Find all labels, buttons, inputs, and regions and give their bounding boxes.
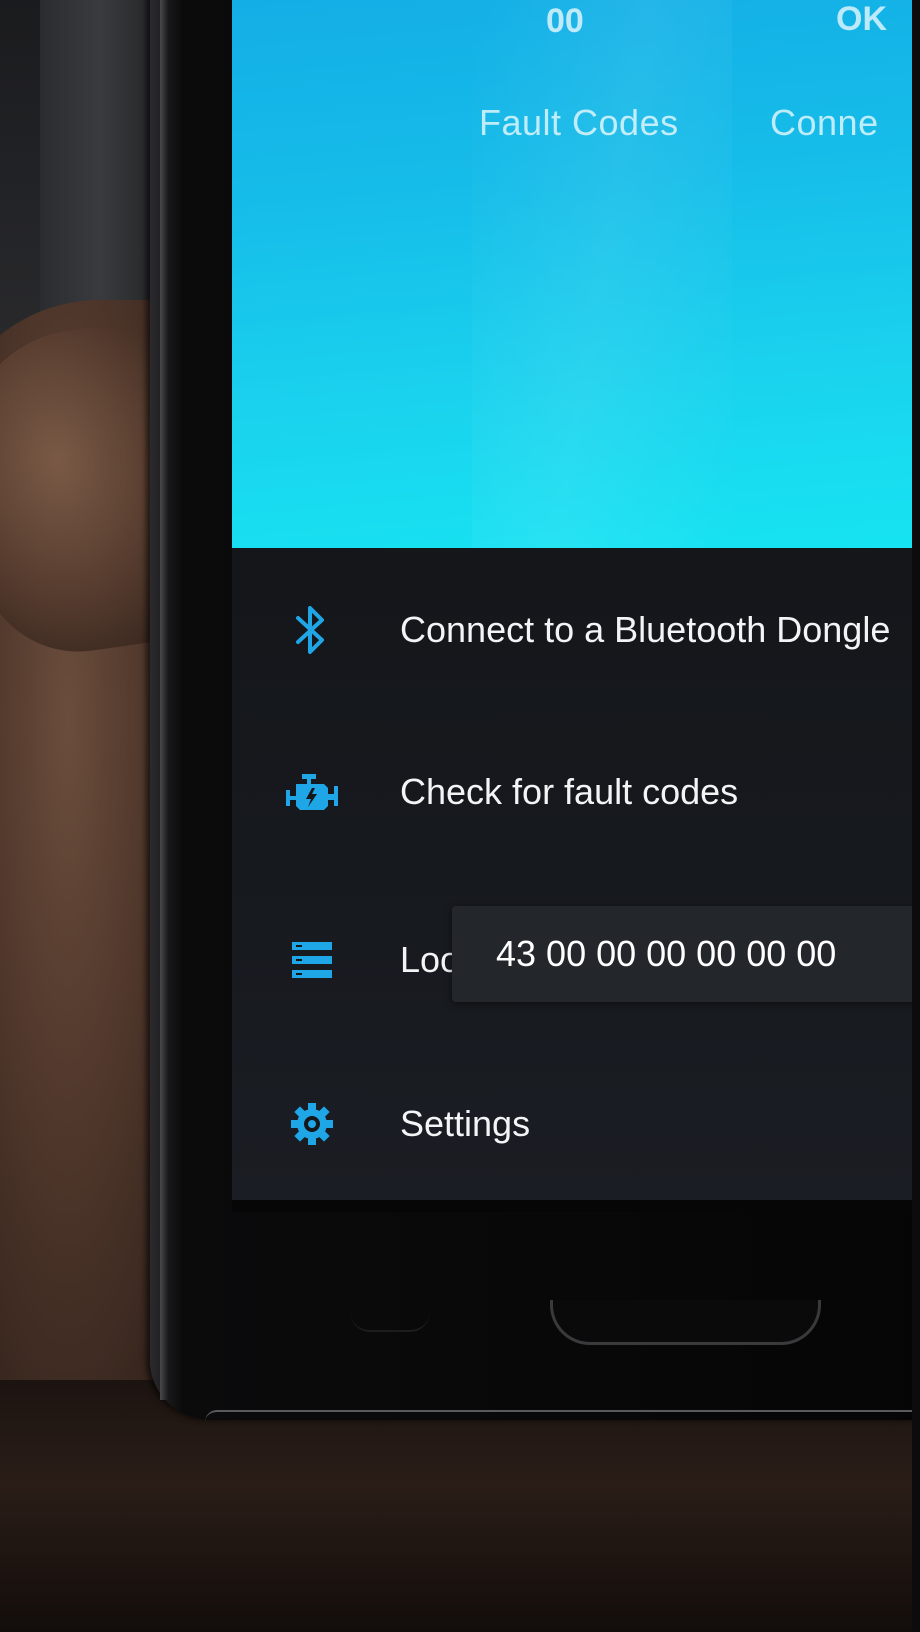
engine-icon bbox=[280, 760, 344, 824]
menu-label-connect-bluetooth: Connect to a Bluetooth Dongle bbox=[400, 609, 891, 650]
background-fabric-fold bbox=[40, 0, 160, 330]
response-toast: 43 00 00 00 00 00 00 bbox=[452, 906, 920, 1002]
menu-label-check-fault-codes: Check for fault codes bbox=[400, 771, 739, 812]
menu-item-connect-bluetooth[interactable]: Connect to a Bluetooth Dongle bbox=[232, 570, 920, 690]
phone-bottom-edge bbox=[205, 1410, 920, 1422]
list-icon bbox=[280, 928, 344, 992]
gear-icon bbox=[280, 1092, 344, 1156]
fault-codes-count: 00 bbox=[546, 2, 584, 40]
connection-status-label: Conne bbox=[770, 102, 879, 143]
fault-codes-label: Fault Codes bbox=[479, 102, 679, 143]
bluetooth-icon bbox=[280, 598, 344, 662]
home-button[interactable] bbox=[550, 1300, 821, 1345]
screen-bezel-bottom bbox=[232, 1200, 920, 1212]
photo-right-edge bbox=[912, 0, 920, 1632]
back-key[interactable] bbox=[350, 1300, 430, 1332]
menu-label-settings: Settings bbox=[400, 1103, 531, 1144]
photo-scene: 00 Fault Codes OK Conne Connect to a Blu… bbox=[0, 0, 920, 1632]
toast-text: 43 00 00 00 00 00 00 bbox=[496, 933, 837, 974]
menu-item-settings[interactable]: Settings bbox=[232, 1064, 920, 1184]
main-menu: Connect to a Bluetooth Dongle Check for … bbox=[232, 548, 920, 1200]
menu-item-check-fault-codes[interactable]: Check for fault codes bbox=[232, 732, 920, 852]
phone-screen: 00 Fault Codes OK Conne Connect to a Blu… bbox=[232, 0, 920, 1200]
phone-side-edge bbox=[160, 0, 168, 1400]
connection-status-value: OK bbox=[836, 0, 887, 38]
header-shine bbox=[472, 0, 732, 548]
app-header: 00 Fault Codes OK Conne bbox=[232, 0, 920, 548]
